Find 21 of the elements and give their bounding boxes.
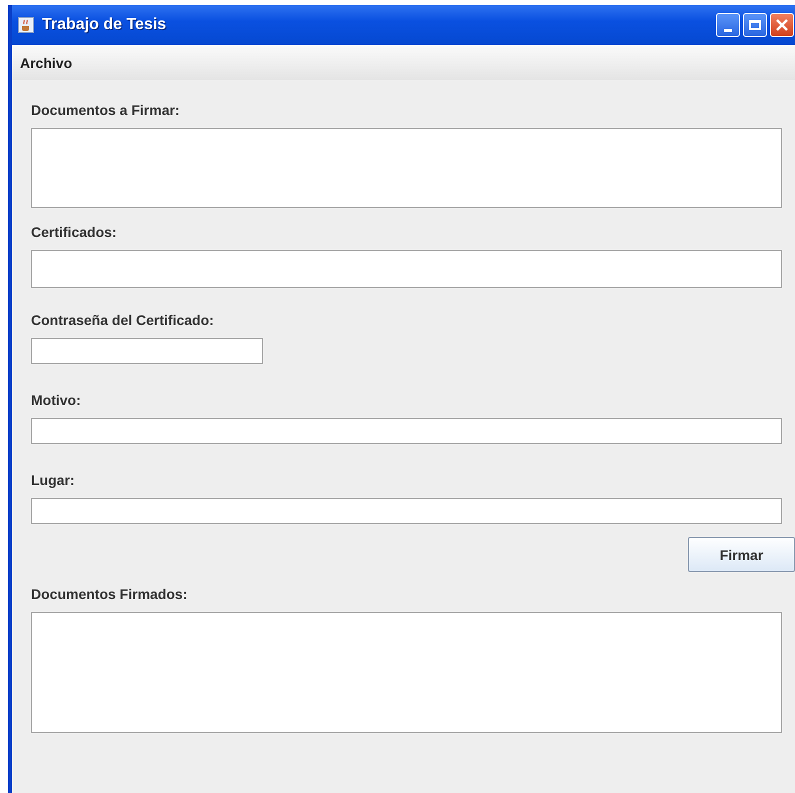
maximize-button[interactable] <box>743 13 767 37</box>
field-label: Lugar: <box>31 471 76 489</box>
menu-item[interactable]: Archivo <box>18 52 74 72</box>
close-icon <box>775 18 789 32</box>
field-label: Documentos a Firmar: <box>31 101 181 119</box>
minimize-icon <box>724 28 732 32</box>
input-field[interactable] <box>31 498 782 524</box>
input-field[interactable] <box>31 418 782 444</box>
field-label: Certificados: <box>31 223 118 241</box>
close-button[interactable] <box>770 13 794 37</box>
window-title: Trabajo de Tesis <box>42 16 166 34</box>
certificate-list[interactable] <box>31 250 782 288</box>
field-label: Documentos Firmados: <box>31 585 188 603</box>
field-label: Motivo: <box>31 391 82 409</box>
document-list[interactable] <box>31 128 782 208</box>
minimize-button[interactable] <box>716 13 740 37</box>
sign-button[interactable]: Firmar <box>688 537 795 572</box>
field-label: Contraseña del Certificado: <box>31 311 215 329</box>
maximize-icon <box>749 20 761 30</box>
coffee-cup-icon <box>18 17 34 33</box>
password-field[interactable] <box>31 338 263 364</box>
